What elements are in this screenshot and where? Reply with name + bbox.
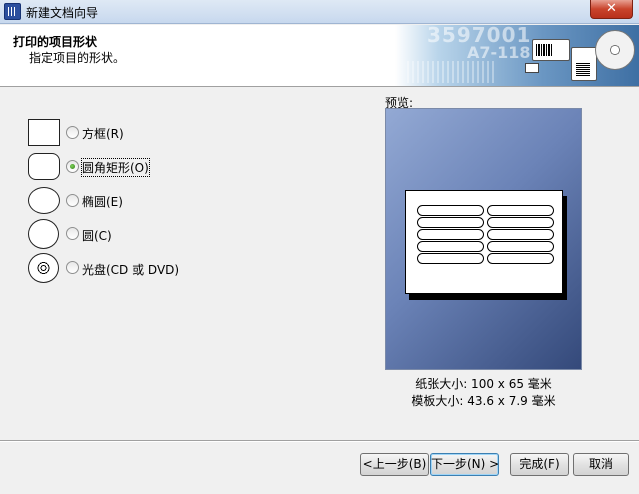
preview-sheet (405, 190, 563, 294)
radio-ellipse[interactable] (66, 194, 79, 207)
shape-option-square[interactable]: 方框(R) (28, 119, 228, 147)
app-icon (4, 3, 21, 20)
ellipse-shape-icon (28, 187, 60, 214)
barcode-background-icon (407, 61, 497, 83)
preview-label-pill (417, 205, 484, 216)
rounded-rectangle-shape-icon (28, 153, 60, 180)
preview-label-pill (417, 253, 484, 264)
preview-label-pill (417, 217, 484, 228)
shape-label-ellipse: 椭圆(E) (82, 195, 123, 209)
footer-separator (0, 440, 639, 442)
cd-shape-icon (28, 253, 59, 283)
close-button[interactable]: ✕ (590, 0, 633, 19)
small-label-icon (525, 63, 539, 73)
banner-text-2: A7-118 (467, 43, 531, 62)
page-title: 打印的项目形状 (13, 35, 98, 49)
title-bar: 新建文档向导 ✕ (0, 0, 639, 24)
radio-cd[interactable] (66, 261, 79, 274)
paper-size-text: 纸张大小: 100 x 65 毫米 (415, 377, 552, 391)
preview-panel (385, 108, 582, 370)
radio-rounded-rectangle[interactable] (66, 160, 79, 173)
shape-label-circle: 圆(C) (82, 229, 112, 243)
finish-button[interactable]: 完成(F) (510, 453, 569, 476)
radio-circle[interactable] (66, 227, 79, 240)
page-subtitle: 指定项目的形状。 (29, 51, 126, 65)
circle-shape-icon (28, 219, 59, 249)
template-size-text: 模板大小: 43.6 x 7.9 毫米 (411, 394, 556, 408)
square-shape-icon (28, 119, 60, 146)
shape-label-cd: 光盘(CD 或 DVD) (82, 263, 180, 277)
cd-disc-icon (595, 30, 635, 70)
preview-label-pill (417, 241, 484, 252)
barcode-label-icon (532, 39, 570, 61)
window-title: 新建文档向导 (26, 6, 99, 20)
preview-label-pill (487, 241, 554, 252)
shape-label-square: 方框(R) (82, 127, 124, 141)
shape-option-circle[interactable]: 圆(C) (28, 219, 228, 249)
tag-label-icon (571, 47, 597, 81)
shape-option-rounded-rectangle[interactable]: 圆角矩形(O) (28, 153, 228, 181)
preview-label-pill (417, 229, 484, 240)
preview-label-pill (487, 229, 554, 240)
preview-label-pill (487, 217, 554, 228)
shape-option-ellipse[interactable]: 椭圆(E) (28, 187, 228, 215)
preview-label-pill (487, 253, 554, 264)
cancel-button[interactable]: 取消 (573, 453, 629, 476)
back-button[interactable]: <上一步(B) (360, 453, 429, 476)
preview-label-pill (487, 205, 554, 216)
shape-label-rounded-rectangle: 圆角矩形(O) (81, 158, 150, 177)
radio-square[interactable] (66, 126, 79, 139)
wizard-header: 打印的项目形状 指定项目的形状。 3597001 A7-118 (0, 25, 639, 87)
next-button[interactable]: 下一步(N) > (430, 453, 499, 476)
header-banner-image: 3597001 A7-118 (395, 25, 639, 86)
shape-option-cd[interactable]: 光盘(CD 或 DVD) (28, 253, 228, 283)
